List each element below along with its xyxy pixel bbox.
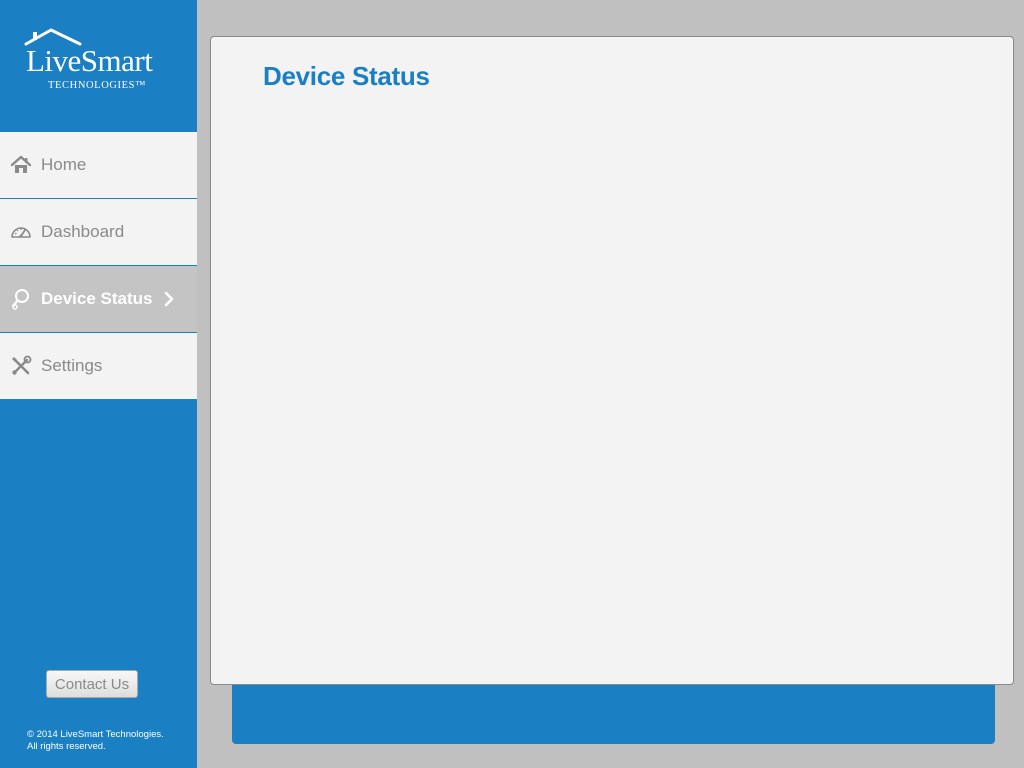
main-panel: Device Status	[210, 36, 1014, 685]
copyright-text: © 2014 LiveSmart Technologies. All right…	[27, 729, 187, 753]
sidebar-item-label: Device Status	[41, 289, 153, 308]
panel-footer-bar	[232, 685, 995, 744]
tools-icon	[10, 355, 32, 377]
sidebar-item-settings[interactable]: Settings	[0, 333, 197, 400]
chevron-right-icon	[164, 291, 174, 312]
sidebar-item-label: Dashboard	[41, 222, 125, 241]
page-title: Device Status	[263, 61, 430, 91]
contact-us-button[interactable]: Contact Us	[46, 670, 138, 698]
sidebar-item-device-status[interactable]: Device Status	[0, 266, 197, 333]
sidebar-nav: Home Dashboard Device Status Settings	[0, 132, 197, 400]
sidebar-item-label: Home	[41, 155, 87, 174]
brand-logo[interactable]: LiveSmart TECHNOLOGIES™	[24, 26, 176, 94]
rights-line: All rights reserved.	[27, 741, 106, 752]
sidebar-item-label: Settings	[41, 356, 103, 375]
search-icon	[10, 288, 32, 310]
brand-name: LiveSmart	[26, 43, 153, 78]
sidebar: LiveSmart TECHNOLOGIES™ Home Dashboard D…	[0, 0, 197, 768]
copyright-line: © 2014 LiveSmart Technologies.	[27, 729, 164, 740]
brand-tagline: TECHNOLOGIES™	[48, 80, 146, 91]
sidebar-item-dashboard[interactable]: Dashboard	[0, 199, 197, 266]
sidebar-item-home[interactable]: Home	[0, 132, 197, 199]
gauge-icon	[10, 221, 32, 243]
home-icon	[10, 154, 32, 176]
